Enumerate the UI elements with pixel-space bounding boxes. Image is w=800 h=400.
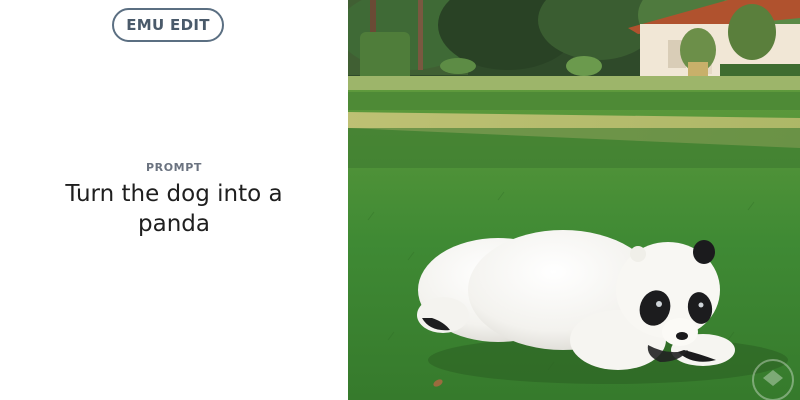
emu-edit-badge: EMU EDIT [112, 8, 224, 42]
prompt-panel: EMU EDIT PROMPT Turn the dog into a pand… [0, 0, 348, 400]
demo-card: EMU EDIT PROMPT Turn the dog into a pand… [0, 0, 800, 400]
prompt-label: PROMPT [146, 161, 202, 174]
edited-image [348, 0, 800, 400]
prompt-text: Turn the dog into a panda [65, 181, 283, 237]
